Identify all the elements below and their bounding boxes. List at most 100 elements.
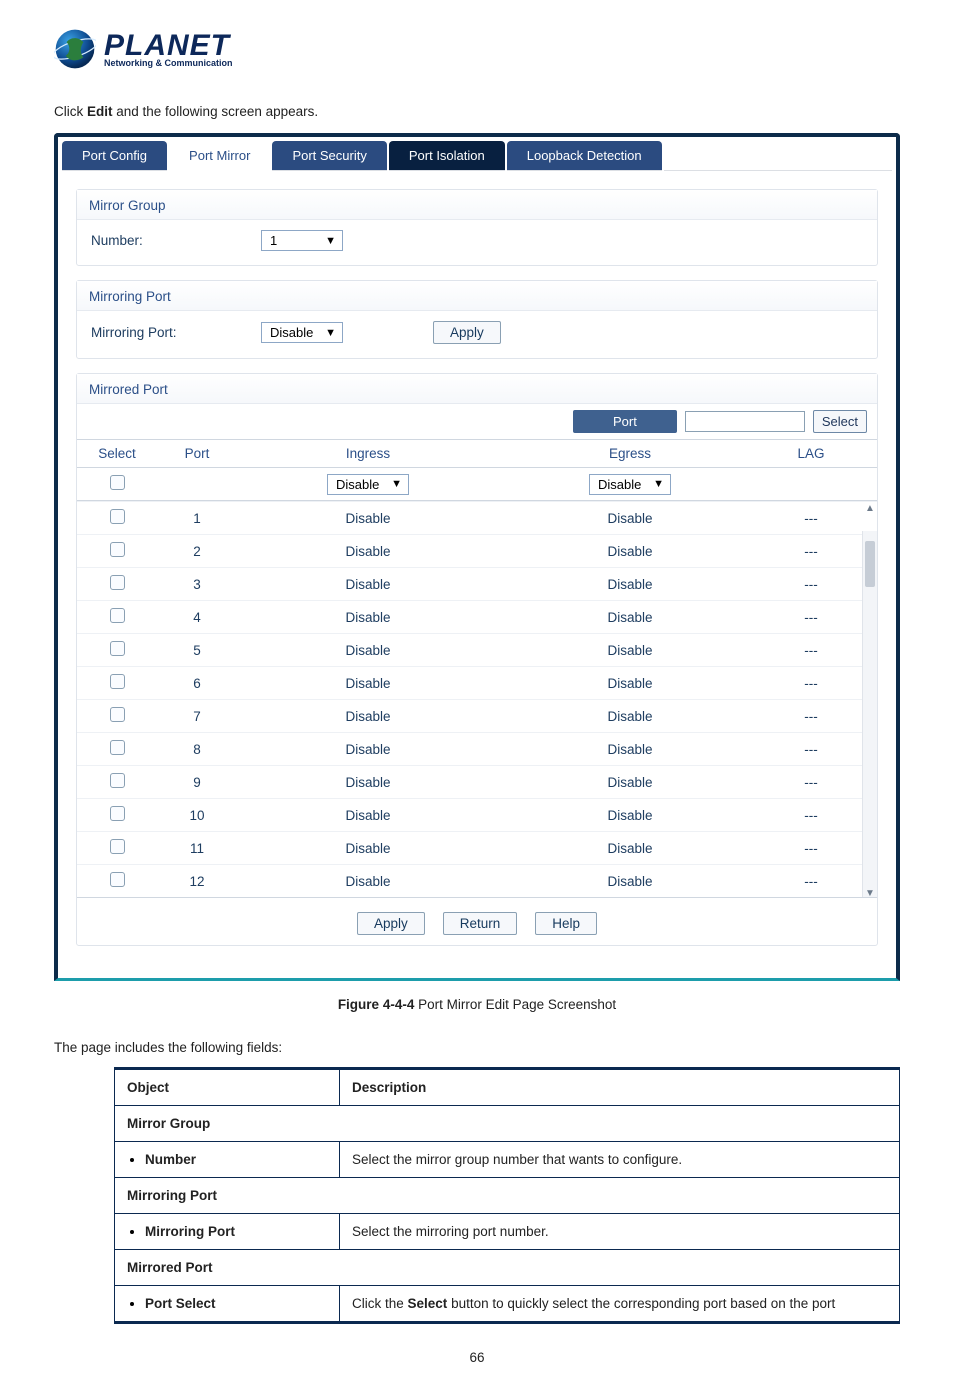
number-select[interactable]: 1 ▼ xyxy=(261,230,343,251)
apply-button[interactable]: Apply xyxy=(357,912,425,935)
table-row: 4DisableDisable--- xyxy=(77,600,877,633)
cell-ingress: Disable xyxy=(237,544,499,559)
cell-egress: Disable xyxy=(499,775,761,790)
cell-lag: --- xyxy=(761,610,861,625)
row-checkbox[interactable] xyxy=(110,740,125,755)
cell-egress: Disable xyxy=(499,511,761,526)
return-button[interactable]: Return xyxy=(443,912,518,935)
ingress-filter-select[interactable]: Disable ▼ xyxy=(327,474,409,495)
scroll-thumb[interactable] xyxy=(865,541,875,587)
table-row: 9DisableDisable--- xyxy=(77,765,877,798)
tab-port-isolation[interactable]: Port Isolation xyxy=(389,141,505,171)
cell-port: 3 xyxy=(157,577,237,592)
fields-intro: The page includes the following fields: xyxy=(54,1040,900,1055)
fields-table: Object Description Mirror GroupNumberSel… xyxy=(114,1067,900,1324)
cell-lag: --- xyxy=(761,808,861,823)
row-checkbox[interactable] xyxy=(110,839,125,854)
cell-lag: --- xyxy=(761,544,861,559)
chevron-down-icon: ▼ xyxy=(391,478,402,490)
cell-lag: --- xyxy=(761,577,861,592)
row-checkbox[interactable] xyxy=(110,509,125,524)
row-checkbox[interactable] xyxy=(110,641,125,656)
row-checkbox[interactable] xyxy=(110,674,125,689)
cell-port: 10 xyxy=(157,808,237,823)
cell-egress: Disable xyxy=(499,742,761,757)
tab-port-mirror[interactable]: Port Mirror xyxy=(169,141,270,171)
cell-ingress: Disable xyxy=(237,841,499,856)
cell-lag: --- xyxy=(761,676,861,691)
table-row: 6DisableDisable--- xyxy=(77,666,877,699)
mirroring-port-title: Mirroring Port xyxy=(77,281,877,311)
col-egress: Egress xyxy=(499,446,761,461)
tab-loopback-detection[interactable]: Loopback Detection xyxy=(507,141,662,171)
cell-egress: Disable xyxy=(499,709,761,724)
table-row: 11DisableDisable--- xyxy=(77,831,877,864)
cell-ingress: Disable xyxy=(237,874,499,889)
row-checkbox[interactable] xyxy=(110,806,125,821)
brand-logo: PLANET Networking & Communication xyxy=(54,28,900,70)
cell-ingress: Disable xyxy=(237,643,499,658)
row-checkbox[interactable] xyxy=(110,608,125,623)
cell-port: 12 xyxy=(157,874,237,889)
mirroring-port-select[interactable]: Disable ▼ xyxy=(261,322,343,343)
cell-egress: Disable xyxy=(499,874,761,889)
mirror-group-title: Mirror Group xyxy=(77,190,877,220)
cell-ingress: Disable xyxy=(237,610,499,625)
mirrored-port-section: Mirrored Port Port Select Select Port In… xyxy=(76,373,878,946)
cell-ingress: Disable xyxy=(237,742,499,757)
logo-tagline: Networking & Communication xyxy=(104,59,233,68)
row-checkbox[interactable] xyxy=(110,575,125,590)
cell-lag: --- xyxy=(761,511,861,526)
cell-port: 5 xyxy=(157,643,237,658)
figure-caption: Figure 4-4-4 Port Mirror Edit Page Scree… xyxy=(54,997,900,1012)
cell-ingress: Disable xyxy=(237,577,499,592)
fields-object: Number xyxy=(115,1142,340,1178)
fields-section-title: Mirroring Port xyxy=(115,1178,900,1214)
help-button[interactable]: Help xyxy=(535,912,597,935)
fields-description: Select the mirroring port number. xyxy=(340,1214,900,1250)
scroll-down-icon: ▼ xyxy=(863,888,877,899)
cell-egress: Disable xyxy=(499,577,761,592)
cell-ingress: Disable xyxy=(237,709,499,724)
cell-lag: --- xyxy=(761,643,861,658)
page-number: 66 xyxy=(54,1350,900,1365)
fields-head-object: Object xyxy=(115,1069,340,1106)
cell-ingress: Disable xyxy=(237,808,499,823)
fields-head-desc: Description xyxy=(340,1069,900,1106)
mirror-group-section: Mirror Group Number: 1 ▼ xyxy=(76,189,878,266)
row-checkbox[interactable] xyxy=(110,872,125,887)
tab-bar: Port ConfigPort MirrorPort SecurityPort … xyxy=(58,137,896,171)
cell-port: 9 xyxy=(157,775,237,790)
select-button[interactable]: Select xyxy=(813,410,867,433)
table-row: 8DisableDisable--- xyxy=(77,732,877,765)
table-row: 7DisableDisable--- xyxy=(77,699,877,732)
egress-filter-select[interactable]: Disable ▼ xyxy=(589,474,671,495)
mirrored-port-title: Mirrored Port xyxy=(77,374,877,404)
instruction-text: Click Edit and the following screen appe… xyxy=(54,104,900,119)
port-search-input[interactable] xyxy=(685,411,805,432)
tab-port-config[interactable]: Port Config xyxy=(62,141,167,171)
cell-port: 7 xyxy=(157,709,237,724)
apply-button[interactable]: Apply xyxy=(433,321,501,344)
cell-ingress: Disable xyxy=(237,775,499,790)
fields-section-title: Mirror Group xyxy=(115,1106,900,1142)
planet-globe-icon xyxy=(54,28,96,70)
cell-egress: Disable xyxy=(499,808,761,823)
cell-egress: Disable xyxy=(499,544,761,559)
table-scrollbar[interactable]: ▲ ▼ xyxy=(862,531,877,897)
table-row: 2DisableDisable--- xyxy=(77,534,877,567)
cell-port: 11 xyxy=(157,841,237,856)
row-checkbox[interactable] xyxy=(110,707,125,722)
fields-section-title: Mirrored Port xyxy=(115,1250,900,1286)
tab-port-security[interactable]: Port Security xyxy=(272,141,386,171)
table-row: 12DisableDisable--- xyxy=(77,864,877,897)
row-checkbox[interactable] xyxy=(110,542,125,557)
port-search-label: Port xyxy=(573,410,677,433)
col-ingress: Ingress xyxy=(237,446,499,461)
number-label: Number: xyxy=(91,233,241,248)
cell-egress: Disable xyxy=(499,610,761,625)
select-all-checkbox[interactable] xyxy=(110,475,125,490)
mirroring-port-section: Mirroring Port Mirroring Port: Disable ▼… xyxy=(76,280,878,359)
row-checkbox[interactable] xyxy=(110,773,125,788)
scroll-up-icon: ▲ xyxy=(863,503,877,514)
